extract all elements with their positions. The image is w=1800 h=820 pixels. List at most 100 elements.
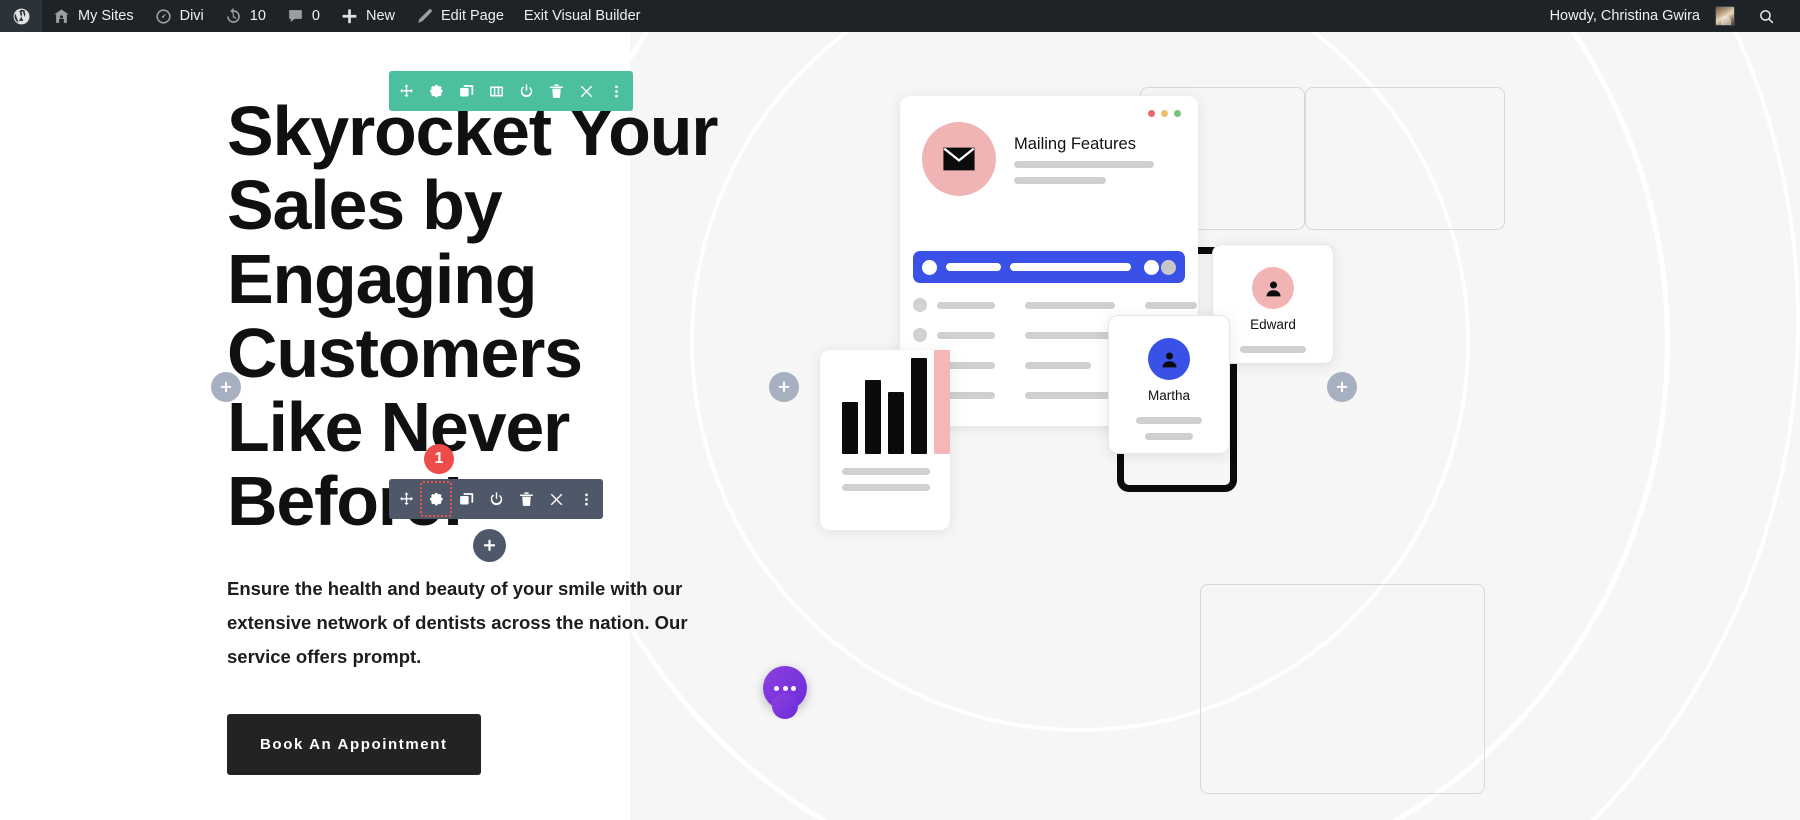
admin-bar-label: Exit Visual Builder: [523, 8, 641, 24]
admin-bar-item-divi[interactable]: Divi: [144, 0, 214, 32]
mail-card-title-block: Mailing Features: [1014, 135, 1154, 184]
row-line: [1025, 331, 1115, 339]
move-icon[interactable]: [391, 479, 421, 519]
list-item: [913, 298, 1197, 312]
comments-count: 0: [311, 8, 320, 24]
chart-bar: [888, 392, 904, 454]
row-dot: [922, 259, 937, 275]
skeleton-line: [1136, 417, 1202, 424]
add-row-button-right[interactable]: [1327, 372, 1357, 402]
trash-icon[interactable]: [511, 479, 541, 519]
bar-chart-card: [820, 350, 950, 530]
section-settings-toolbar: [389, 71, 633, 111]
add-row-button-center[interactable]: [769, 372, 799, 402]
admin-bar-label: Edit Page: [441, 8, 504, 24]
book-appointment-button[interactable]: Book An Appointment: [227, 714, 481, 775]
chart-card-skeleton-lines: [820, 454, 950, 491]
admin-bar-item-edit-page[interactable]: Edit Page: [405, 0, 514, 32]
person-card-martha: Martha: [1108, 315, 1230, 454]
window-dots: [1148, 110, 1181, 117]
duplicate-icon[interactable]: [451, 479, 481, 519]
mail-card-skeleton-lines: [1014, 160, 1154, 184]
divi-speedometer-icon: [154, 7, 173, 26]
row-line: [937, 331, 995, 339]
admin-bar-label: Divi: [179, 8, 204, 24]
add-row-button-left[interactable]: [211, 372, 241, 402]
visual-builder-screen: My Sites Divi 10 0 New Edit Page Exit Vi…: [0, 0, 1800, 820]
person-name: Martha: [1147, 388, 1191, 403]
skeleton-line: [1014, 160, 1154, 168]
window-dot-red: [1148, 110, 1155, 117]
gear-icon[interactable]: [421, 71, 451, 111]
chart-bar: [842, 402, 858, 454]
highlighted-list-row: [913, 251, 1185, 283]
row-line: [946, 263, 1002, 271]
power-icon[interactable]: [481, 479, 511, 519]
add-module-button[interactable]: [473, 529, 506, 562]
skeleton-line: [1014, 176, 1106, 184]
row-line: [1025, 301, 1115, 309]
admin-bar-right-group: Howdy, Christina Gwira: [1540, 0, 1800, 32]
ghost-frame: [1200, 584, 1485, 794]
move-icon[interactable]: [391, 71, 421, 111]
hero-illustration-panel: Mailing Features Edward Martha: [630, 32, 1800, 820]
row-dot: [913, 298, 927, 312]
close-icon[interactable]: [541, 479, 571, 519]
row-dot: [913, 328, 927, 342]
person-icon: [1252, 267, 1294, 309]
skeleton-line: [1240, 346, 1306, 353]
admin-bar-item-exit-visual-builder[interactable]: Exit Visual Builder: [514, 0, 651, 32]
pencil-icon: [415, 7, 434, 26]
more-vertical-icon[interactable]: [601, 71, 631, 111]
chart-bar: [865, 380, 881, 454]
admin-bar-item-comments[interactable]: 0: [276, 0, 330, 32]
more-vertical-icon[interactable]: [571, 479, 601, 519]
updates-count: 10: [249, 8, 266, 24]
howdy-label: Howdy, Christina Gwira: [1549, 8, 1700, 24]
row-dot: [1161, 259, 1176, 275]
close-icon[interactable]: [571, 71, 601, 111]
sites-icon: [52, 7, 71, 26]
ghost-frame: [1305, 87, 1505, 230]
admin-bar-item-updates[interactable]: 10: [214, 0, 276, 32]
module-settings-toolbar: [389, 479, 603, 519]
person-card-edward: Edward: [1212, 244, 1334, 364]
hero-text-module: Skyrocket Your Sales by Engaging Custome…: [227, 94, 747, 775]
bar-chart-icon: [820, 350, 950, 454]
trash-icon[interactable]: [541, 71, 571, 111]
hero-paragraph: Ensure the health and beauty of your smi…: [227, 578, 688, 667]
window-dot-green: [1174, 110, 1181, 117]
wordpress-logo-menu[interactable]: [0, 0, 42, 32]
admin-bar-item-new[interactable]: New: [330, 0, 405, 32]
admin-bar-label: My Sites: [78, 8, 134, 24]
wp-admin-bar: My Sites Divi 10 0 New Edit Page Exit Vi…: [0, 0, 1800, 32]
my-account-menu[interactable]: Howdy, Christina Gwira: [1540, 0, 1745, 32]
skeleton-line: [1145, 433, 1193, 440]
row-dot: [1144, 259, 1159, 275]
row-line: [1145, 301, 1197, 309]
person-icon: [1148, 338, 1190, 380]
divi-builder-menu-button[interactable]: [763, 666, 807, 719]
search-icon[interactable]: [1745, 0, 1788, 32]
comment-bubble-icon: [286, 7, 305, 26]
window-dot-yellow: [1161, 110, 1168, 117]
columns-icon[interactable]: [481, 71, 511, 111]
power-icon[interactable]: [511, 71, 541, 111]
skeleton-line: [842, 484, 930, 491]
duplicate-icon[interactable]: [451, 71, 481, 111]
row-line: [1025, 361, 1091, 369]
skeleton-line: [842, 468, 930, 475]
avatar: [1715, 6, 1735, 26]
chart-bar: [911, 358, 927, 454]
gear-icon[interactable]: [420, 481, 452, 517]
envelope-icon: [922, 122, 996, 196]
mail-card-title: Mailing Features: [1014, 134, 1136, 153]
ellipsis-icon: [774, 685, 796, 691]
person-card-skeleton-lines: [1240, 346, 1306, 353]
row-line: [937, 301, 995, 309]
plus-icon: [340, 7, 359, 26]
page-title: Skyrocket Your Sales by Engaging Custome…: [227, 92, 718, 540]
page-canvas: Mailing Features Edward Martha Skyrocket…: [0, 32, 1800, 820]
person-name: Edward: [1250, 317, 1296, 332]
admin-bar-item-my-sites[interactable]: My Sites: [42, 0, 144, 32]
